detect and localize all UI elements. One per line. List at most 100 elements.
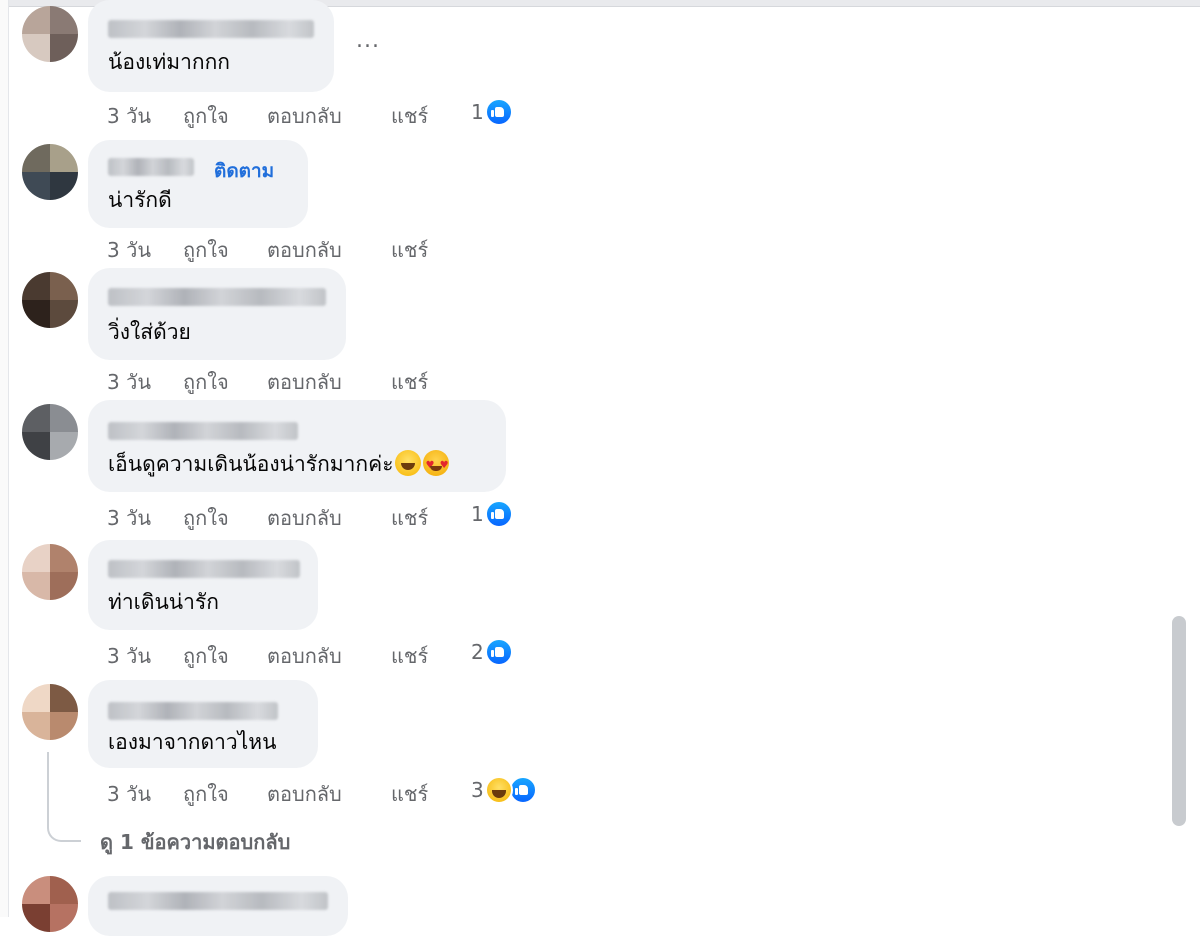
comment-text: เองมาจากดาวไหน xyxy=(108,730,277,754)
avatar-pixel xyxy=(22,684,50,712)
share-button[interactable]: แชร์ xyxy=(391,640,428,672)
like-button[interactable]: ถูกใจ xyxy=(183,366,229,398)
timestamp-link[interactable]: 3 วัน xyxy=(107,502,151,534)
reply-button[interactable]: ตอบกลับ xyxy=(267,502,342,534)
author-name-blurred[interactable] xyxy=(108,560,300,578)
timestamp-link[interactable]: 3 วัน xyxy=(107,366,151,398)
avatar[interactable] xyxy=(22,144,78,200)
avatar-pixel xyxy=(50,34,78,62)
avatar[interactable] xyxy=(22,544,78,600)
reaction-count: 1 xyxy=(471,502,484,526)
reaction-count: 2 xyxy=(471,640,484,664)
share-button[interactable]: แชร์ xyxy=(391,100,428,132)
share-button[interactable]: แชร์ xyxy=(391,502,428,534)
avatar-pixel xyxy=(50,172,78,200)
comment-actions: 3 วัน ถูกใจ ตอบกลับ แชร์ 1 xyxy=(107,98,567,128)
reaction-summary[interactable]: 3 xyxy=(471,776,551,806)
comment-actions: 3 วัน ถูกใจ ตอบกลับ แชร์ 3 xyxy=(107,776,567,806)
comment-bubble: ติดตาม น่ารักดี xyxy=(88,140,308,228)
avatar-pixel xyxy=(50,432,78,460)
reply-button[interactable]: ตอบกลับ xyxy=(267,778,342,810)
avatar-pixel xyxy=(22,6,50,34)
avatar-pixel xyxy=(22,432,50,460)
author-name-blurred[interactable] xyxy=(108,288,326,306)
avatar[interactable] xyxy=(22,6,78,62)
scrollbar-thumb[interactable] xyxy=(1172,616,1186,826)
avatar-pixel xyxy=(22,144,50,172)
comment-bubble xyxy=(88,876,348,936)
avatar-pixel xyxy=(50,144,78,172)
reaction-count: 1 xyxy=(471,100,484,124)
timestamp-link[interactable]: 3 วัน xyxy=(107,234,151,266)
heart-eyes-emoji xyxy=(423,450,450,480)
comment-text: น้องเท่มากกก xyxy=(108,50,231,74)
like-button[interactable]: ถูกใจ xyxy=(183,640,229,672)
timestamp-link[interactable]: 3 วัน xyxy=(107,100,151,132)
avatar-pixel xyxy=(50,904,78,932)
follow-button[interactable]: ติดตาม xyxy=(214,156,274,186)
avatar-pixel xyxy=(50,684,78,712)
timestamp-link[interactable]: 3 วัน xyxy=(107,778,151,810)
comment-bubble: ท่าเดินน่ารัก xyxy=(88,540,318,630)
comment-bubble: เอ็นดูความเดินน้องน่ารักมากค่ะ xyxy=(88,400,506,492)
timestamp-link[interactable]: 3 วัน xyxy=(107,640,151,672)
reply-button[interactable]: ตอบกลับ xyxy=(267,234,342,266)
reply-thread-line xyxy=(47,752,81,842)
reply-button[interactable]: ตอบกลับ xyxy=(267,100,342,132)
window-left-border xyxy=(0,0,9,917)
author-name-blurred[interactable] xyxy=(108,892,328,910)
avatar-pixel xyxy=(22,544,50,572)
comment-bubble: เองมาจากดาวไหน xyxy=(88,680,318,768)
avatar-pixel xyxy=(22,172,50,200)
avatar[interactable] xyxy=(22,876,78,932)
like-icon xyxy=(485,500,513,528)
avatar-pixel xyxy=(50,544,78,572)
avatar-pixel xyxy=(50,6,78,34)
comment-bubble: น้องเท่มากกก xyxy=(88,0,334,92)
like-button[interactable]: ถูกใจ xyxy=(183,234,229,266)
comment-text: วิ่งใส่ด้วย xyxy=(108,320,191,344)
author-name-blurred[interactable] xyxy=(108,422,298,440)
reply-button[interactable]: ตอบกลับ xyxy=(267,640,342,672)
reaction-count: 3 xyxy=(471,778,484,802)
avatar-pixel xyxy=(50,876,78,904)
author-name-blurred[interactable] xyxy=(108,20,314,38)
comment-actions: 3 วัน ถูกใจ ตอบกลับ แชร์ 2 xyxy=(107,638,567,668)
author-name-blurred[interactable] xyxy=(108,702,278,720)
avatar[interactable] xyxy=(22,272,78,328)
avatar-pixel xyxy=(50,300,78,328)
share-button[interactable]: แชร์ xyxy=(391,366,428,398)
avatar[interactable] xyxy=(22,684,78,740)
reaction-summary[interactable]: 2 xyxy=(471,638,521,668)
more-options-icon[interactable]: ... xyxy=(356,28,380,53)
comment-text: น่ารักดี xyxy=(108,188,172,212)
like-button[interactable]: ถูกใจ xyxy=(183,100,229,132)
avatar-pixel xyxy=(22,712,50,740)
avatar-pixel xyxy=(22,904,50,932)
like-icon xyxy=(485,98,513,126)
like-icon xyxy=(485,638,513,666)
avatar-pixel xyxy=(50,272,78,300)
reaction-summary[interactable]: 1 xyxy=(471,98,521,128)
comment-actions: 3 วัน ถูกใจ ตอบกลับ แชร์ 1 xyxy=(107,500,567,530)
comment-actions: 3 วัน ถูกใจ ตอบกลับ แชร์ xyxy=(107,234,507,262)
like-button[interactable]: ถูกใจ xyxy=(183,778,229,810)
comment-bubble: วิ่งใส่ด้วย xyxy=(88,268,346,360)
share-button[interactable]: แชร์ xyxy=(391,234,428,266)
comment-text: ท่าเดินน่ารัก xyxy=(108,590,219,614)
author-name-blurred[interactable] xyxy=(108,158,194,176)
laughing-crying-emoji xyxy=(395,450,422,476)
view-replies-link[interactable]: ดู 1 ข้อความตอบกลับ xyxy=(100,826,290,858)
avatar-pixel xyxy=(22,272,50,300)
haha-icon xyxy=(485,776,513,804)
avatar[interactable] xyxy=(22,404,78,460)
avatar-pixel xyxy=(22,572,50,600)
reply-button[interactable]: ตอบกลับ xyxy=(267,366,342,398)
avatar-pixel xyxy=(50,712,78,740)
like-button[interactable]: ถูกใจ xyxy=(183,502,229,534)
avatar-pixel xyxy=(22,876,50,904)
share-button[interactable]: แชร์ xyxy=(391,778,428,810)
comment-text-body: เอ็นดูความเดินน้องน่ารักมากค่ะ xyxy=(108,452,394,476)
comment-actions: 3 วัน ถูกใจ ตอบกลับ แชร์ xyxy=(107,366,507,394)
reaction-summary[interactable]: 1 xyxy=(471,500,521,530)
